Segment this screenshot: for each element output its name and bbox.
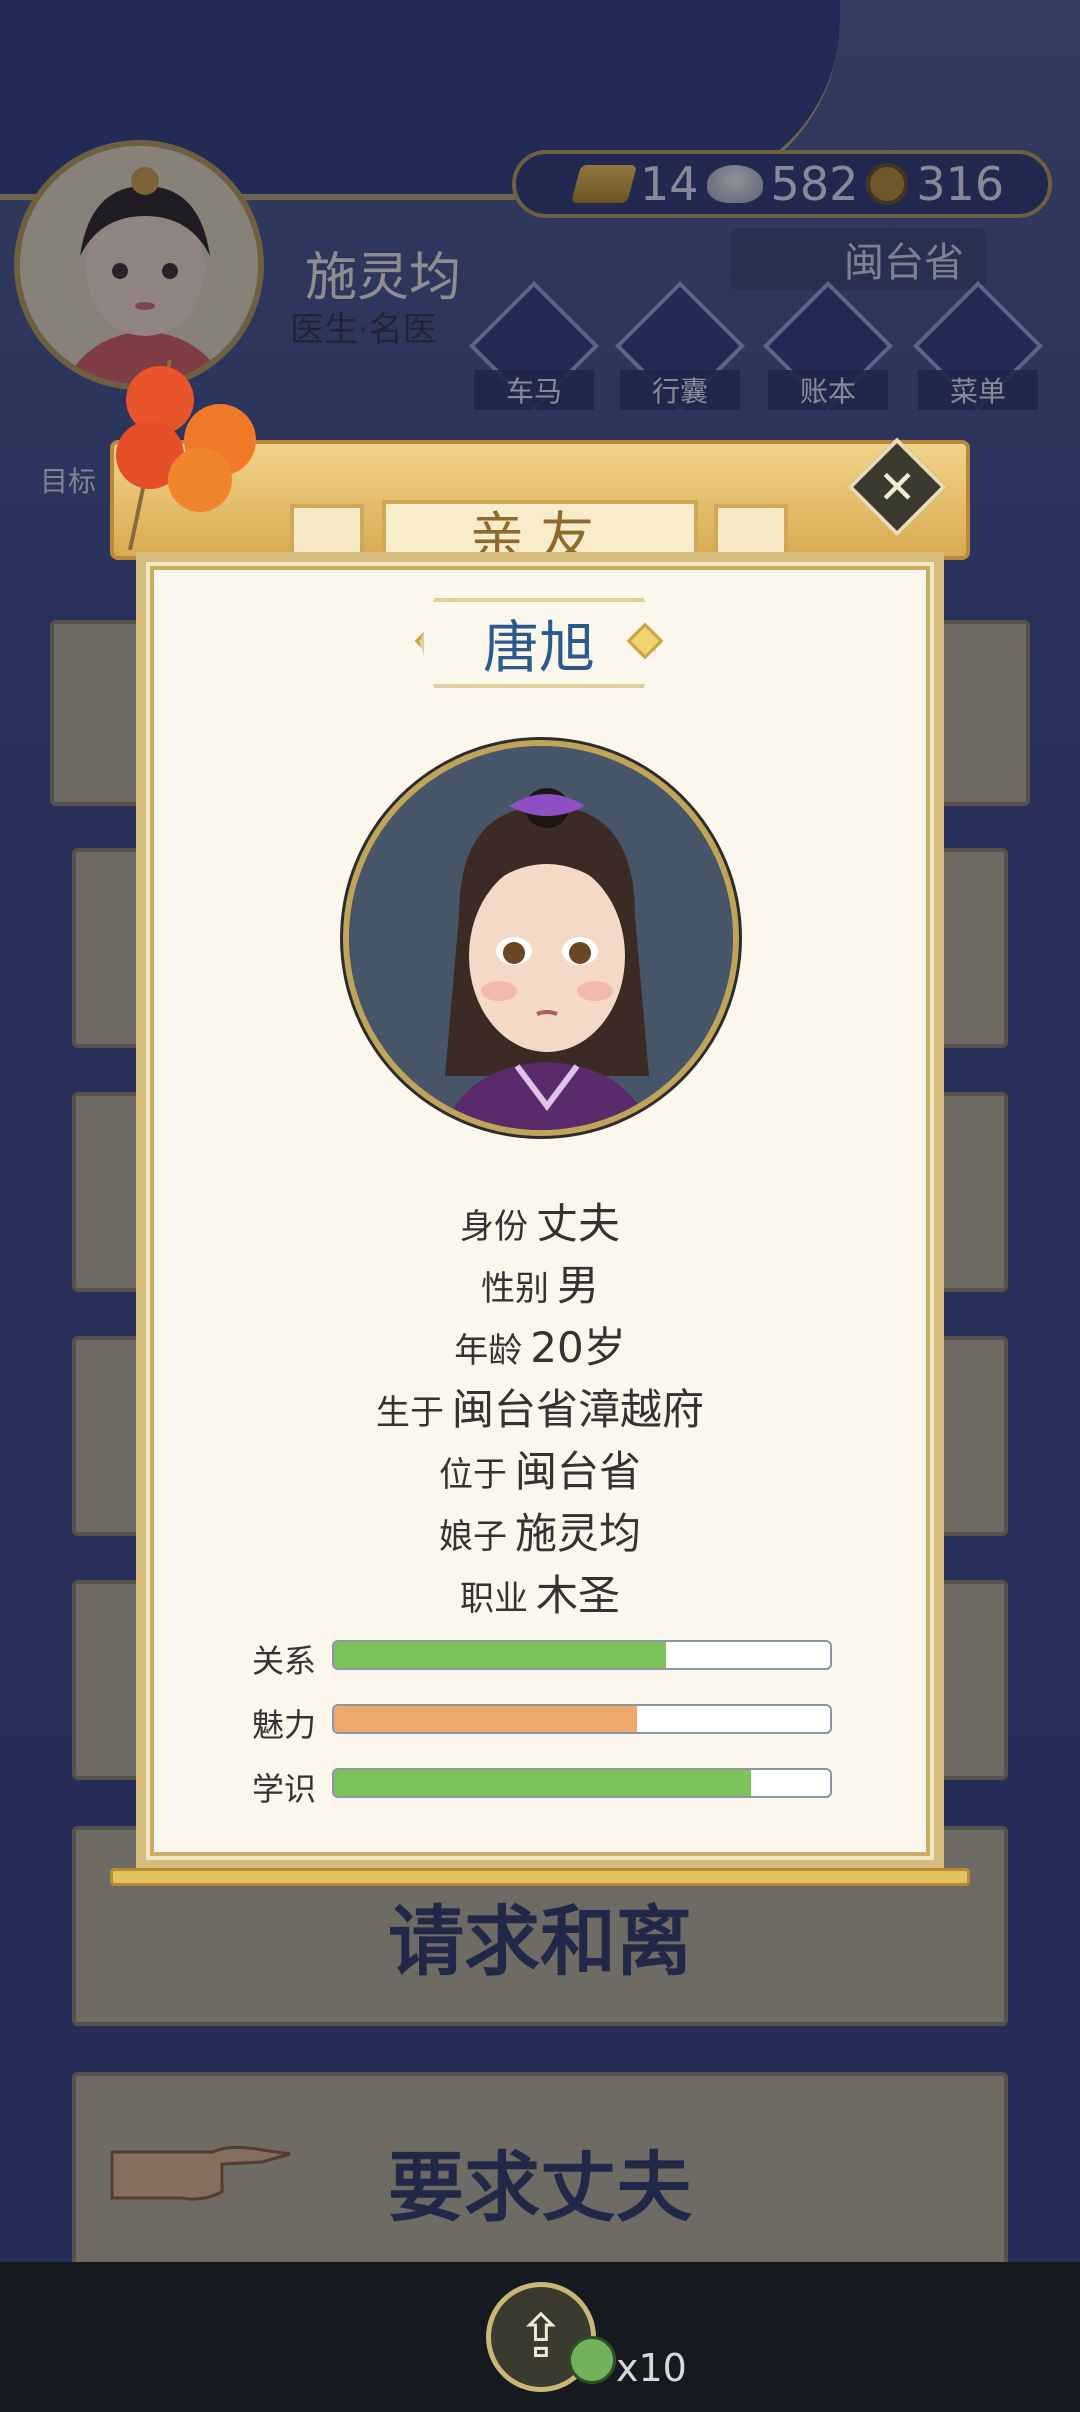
- info-row-identity: 身份 丈夫: [110, 1190, 970, 1251]
- info-value: 男: [556, 1261, 599, 1310]
- frog-token-icon: [568, 2336, 616, 2384]
- info-row-gender: 性别男: [110, 1252, 970, 1313]
- stat-relationship: 关系: [252, 1636, 832, 1680]
- stat-bar-track: [332, 1640, 832, 1670]
- stat-charm: 魅力: [252, 1700, 832, 1744]
- info-key: 性别: [480, 1269, 549, 1309]
- bottom-bar: ⇪ x10: [0, 2262, 1080, 2412]
- stat-bar-track: [332, 1768, 832, 1798]
- info-key: 生于: [375, 1393, 444, 1433]
- name-plate: 唐旭: [420, 598, 658, 688]
- info-key: 身份: [459, 1207, 528, 1247]
- info-row-birthplace: 生于 闽台省漳越府: [110, 1376, 970, 1437]
- candied-hawthorn-icon: [116, 360, 256, 550]
- info-row-occupation: 职业 木圣: [110, 1562, 970, 1623]
- info-value: 闽台省漳越府: [451, 1385, 704, 1434]
- stat-label: 学识: [252, 1770, 317, 1808]
- info-row-age: 年龄 20岁: [110, 1314, 970, 1375]
- stat-label: 关系: [252, 1642, 317, 1680]
- info-value: 木圣: [535, 1571, 620, 1620]
- info-value: 20岁: [530, 1323, 626, 1372]
- info-row-spouse: 娘子 施灵均: [110, 1500, 970, 1561]
- share-icon: ⇪: [515, 2302, 567, 2372]
- stat-bar-fill: [334, 1642, 667, 1668]
- relative-detail-modal: 亲友 ✕ 唐旭 身份 丈夫 性别男 年龄 20岁 生于 闽台省漳越府 位于 闽台…: [110, 437, 970, 1910]
- info-key: 年龄: [454, 1331, 523, 1371]
- character-name: 唐旭: [483, 615, 595, 681]
- stat-knowledge: 学识: [252, 1764, 832, 1808]
- stat-bar-fill: [334, 1706, 637, 1732]
- info-value: 施灵均: [514, 1509, 641, 1558]
- info-value: 闽台省: [514, 1447, 641, 1496]
- stat-bar-fill: [334, 1770, 751, 1796]
- stat-bar-track: [332, 1704, 832, 1734]
- info-key: 位于: [438, 1455, 507, 1495]
- scroll-side-tab: [290, 504, 364, 558]
- character-portrait-icon: [349, 746, 733, 1130]
- share-count: x10: [616, 2346, 687, 2390]
- scroll-rod: [110, 1868, 970, 1886]
- stat-label: 魅力: [252, 1706, 317, 1744]
- close-icon: ✕: [877, 459, 917, 514]
- info-key: 职业: [459, 1579, 528, 1619]
- info-key: 娘子: [438, 1517, 507, 1557]
- info-row-location: 位于 闽台省: [110, 1438, 970, 1499]
- info-value: 丈夫: [535, 1199, 620, 1248]
- scroll-side-tab: [714, 504, 788, 558]
- character-portrait: [343, 740, 739, 1136]
